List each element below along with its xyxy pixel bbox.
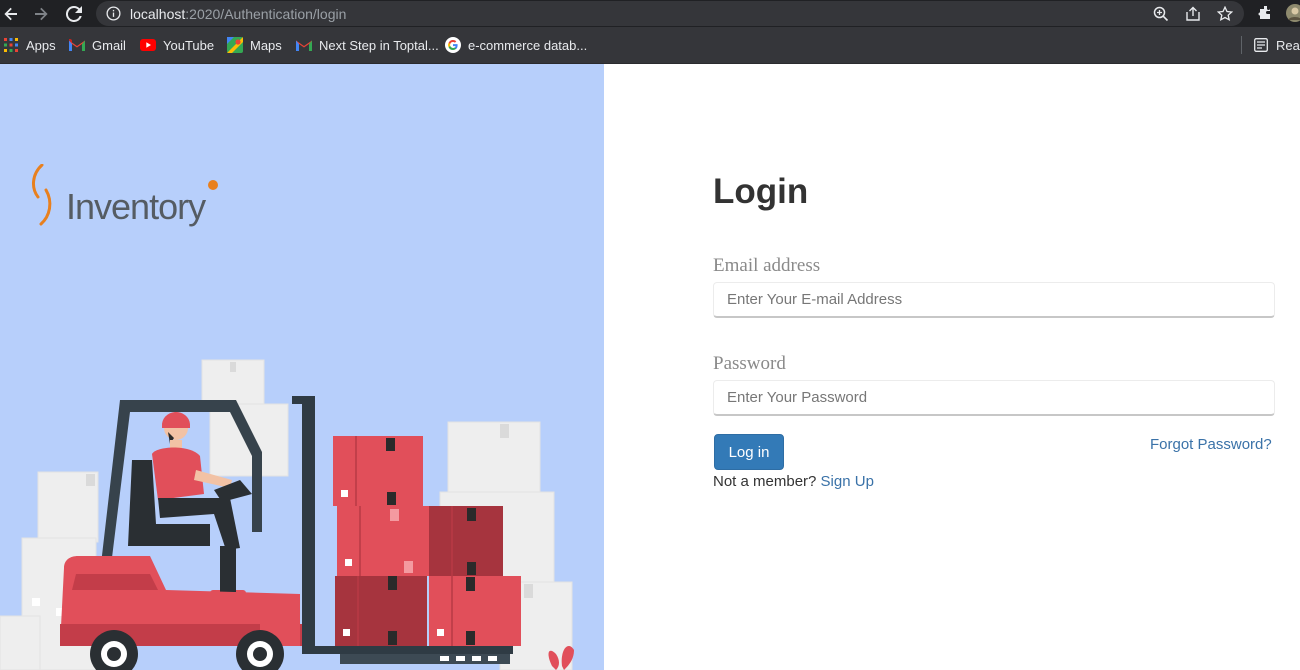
extensions-puzzle-icon[interactable] — [1257, 4, 1275, 22]
bookmark-apps[interactable]: Apps — [3, 37, 56, 53]
password-field[interactable] — [713, 380, 1275, 416]
inventory-logo: Inventory — [28, 164, 228, 234]
youtube-icon — [140, 37, 156, 53]
maps-icon — [227, 37, 243, 53]
bookmark-ecommerce[interactable]: e-commerce datab... — [445, 37, 587, 53]
bookmark-gmail[interactable]: Gmail — [69, 37, 126, 53]
email-field[interactable] — [713, 282, 1275, 318]
gmail-icon — [296, 37, 312, 53]
forward-arrow-icon — [35, 7, 48, 21]
url-host: localhost — [130, 6, 186, 22]
forward-button[interactable] — [30, 3, 52, 25]
zoom-icon[interactable] — [1152, 5, 1170, 23]
forgot-password-link[interactable]: Forgot Password? — [1150, 436, 1272, 453]
apps-grid-icon — [3, 37, 19, 53]
bookmark-maps[interactable]: Maps — [227, 37, 282, 53]
bookmark-label: Gmail — [92, 37, 126, 53]
password-label: Password — [713, 353, 786, 374]
page-title: Login — [713, 172, 809, 211]
reload-icon — [66, 6, 82, 22]
share-icon[interactable] — [1184, 5, 1202, 23]
back-button[interactable] — [0, 3, 22, 25]
site-info-icon[interactable] — [106, 6, 121, 26]
back-arrow-icon — [4, 7, 18, 21]
bookmark-youtube[interactable]: YouTube — [140, 37, 214, 53]
bookmarks-bar: Apps Gmail YouTube Maps Next Step in Top… — [0, 27, 1300, 64]
reload-button[interactable] — [63, 3, 85, 25]
url-path: :2020/Authentication/login — [185, 6, 347, 22]
left-illustration-panel: Inventory — [0, 64, 604, 670]
email-label: Email address — [713, 255, 821, 276]
bookmarks-divider — [1241, 36, 1242, 54]
profile-avatar[interactable] — [1284, 4, 1300, 22]
forklift-warehouse-illustration — [0, 359, 574, 670]
reading-list-button[interactable]: Reac — [1253, 37, 1300, 53]
login-panel: Login Email address Password Log in Forg… — [604, 64, 1300, 670]
reading-list-icon — [1253, 37, 1269, 53]
bookmark-label: YouTube — [163, 37, 215, 53]
bookmark-star-icon[interactable] — [1216, 5, 1234, 23]
address-bar[interactable]: localhost:2020/Authentication/login — [96, 1, 1244, 26]
reading-list-label: Reac — [1276, 37, 1300, 53]
logo-text: Inventory — [66, 186, 206, 227]
login-button[interactable]: Log in — [714, 434, 784, 470]
signup-prompt: Not a member? Sign Up — [713, 473, 874, 490]
bookmark-label: Apps — [26, 37, 56, 53]
bookmark-next-step-toptal[interactable]: Next Step in Toptal... — [296, 37, 439, 53]
bookmark-label: Maps — [250, 37, 282, 53]
gmail-icon — [69, 37, 85, 53]
signup-link[interactable]: Sign Up — [821, 473, 874, 490]
browser-toolbar: localhost:2020/Authentication/login — [0, 0, 1300, 27]
url-text: localhost:2020/Authentication/login — [130, 6, 346, 22]
google-icon — [445, 37, 461, 53]
member-prompt-text: Not a member? — [713, 473, 817, 490]
bookmark-label: Next Step in Toptal... — [319, 37, 439, 53]
bookmark-label: e-commerce datab... — [468, 37, 588, 53]
